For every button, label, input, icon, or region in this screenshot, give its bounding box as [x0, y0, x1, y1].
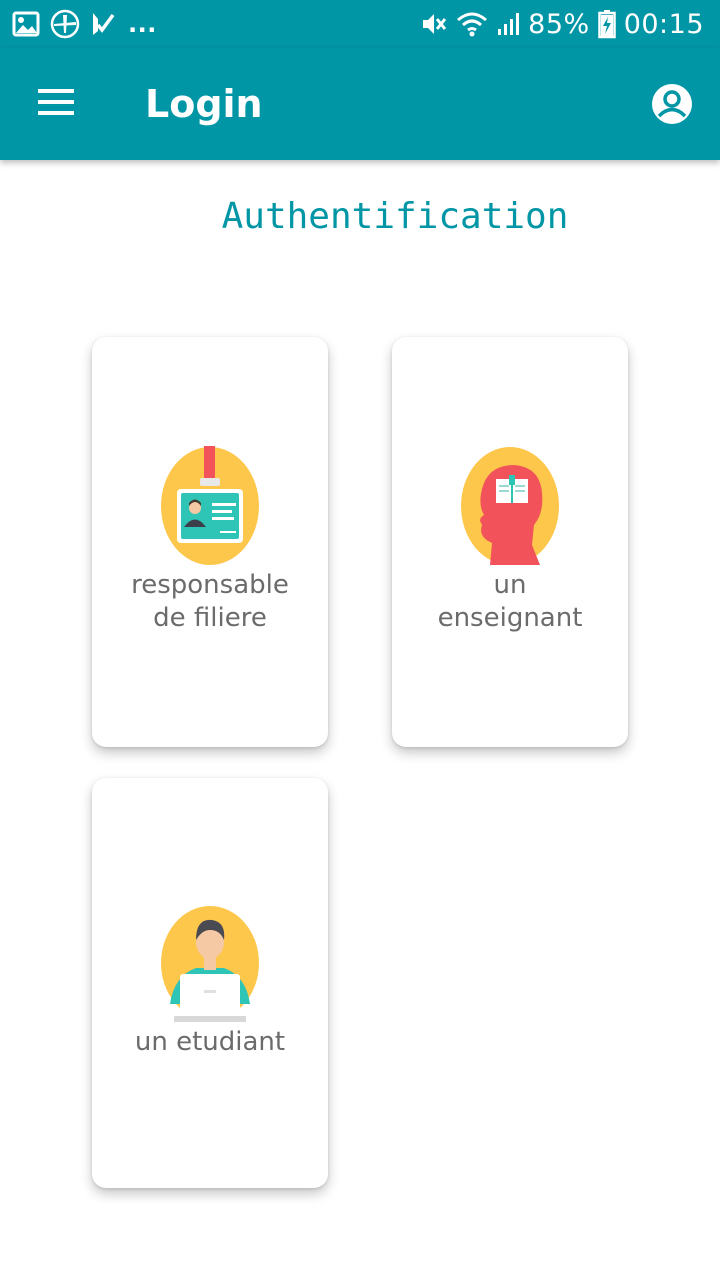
page-heading: Authentification	[221, 196, 569, 237]
gallery-icon	[12, 11, 40, 37]
account-circle-icon	[652, 84, 692, 124]
role-card-etudiant[interactable]: un etudiant	[92, 778, 328, 1188]
account-button[interactable]	[646, 78, 698, 130]
clock: 00:15	[623, 8, 704, 40]
menu-button[interactable]	[28, 74, 84, 130]
more-notifications: ...	[128, 10, 157, 38]
role-card-label-line: de filiere	[153, 603, 267, 633]
notification-icons: ...	[12, 8, 157, 40]
role-card-label: responsable de filiere	[92, 569, 328, 635]
signal-icon	[498, 13, 520, 35]
app-bar: Login	[0, 48, 720, 160]
role-card-responsable[interactable]: responsable de filiere	[92, 337, 328, 747]
battery-charging-icon	[597, 10, 616, 39]
role-card-label-line: un	[493, 570, 527, 600]
system-icons: 85% 00:15	[420, 6, 704, 42]
airplane-app-icon	[50, 9, 80, 39]
mute-icon	[423, 14, 447, 34]
role-card-label-line: enseignant	[437, 603, 583, 633]
wifi-icon	[457, 12, 488, 37]
role-card-label-line: un etudiant	[134, 1027, 286, 1057]
hamburger-menu-icon	[38, 89, 74, 115]
app-bar-title: Login	[145, 82, 263, 126]
id-badge-icon	[161, 446, 259, 565]
role-card-label: un enseignant	[392, 569, 628, 635]
role-card-label: un etudiant	[92, 1026, 328, 1059]
battery-percent: 85%	[528, 8, 590, 40]
check-flag-icon	[93, 13, 115, 35]
head-book-icon	[461, 447, 559, 565]
student-laptop-icon	[161, 906, 259, 1022]
status-bar: ... 85% 00:15	[0, 0, 720, 48]
role-card-label-line: responsable	[131, 570, 289, 600]
role-card-enseignant[interactable]: un enseignant	[392, 337, 628, 747]
